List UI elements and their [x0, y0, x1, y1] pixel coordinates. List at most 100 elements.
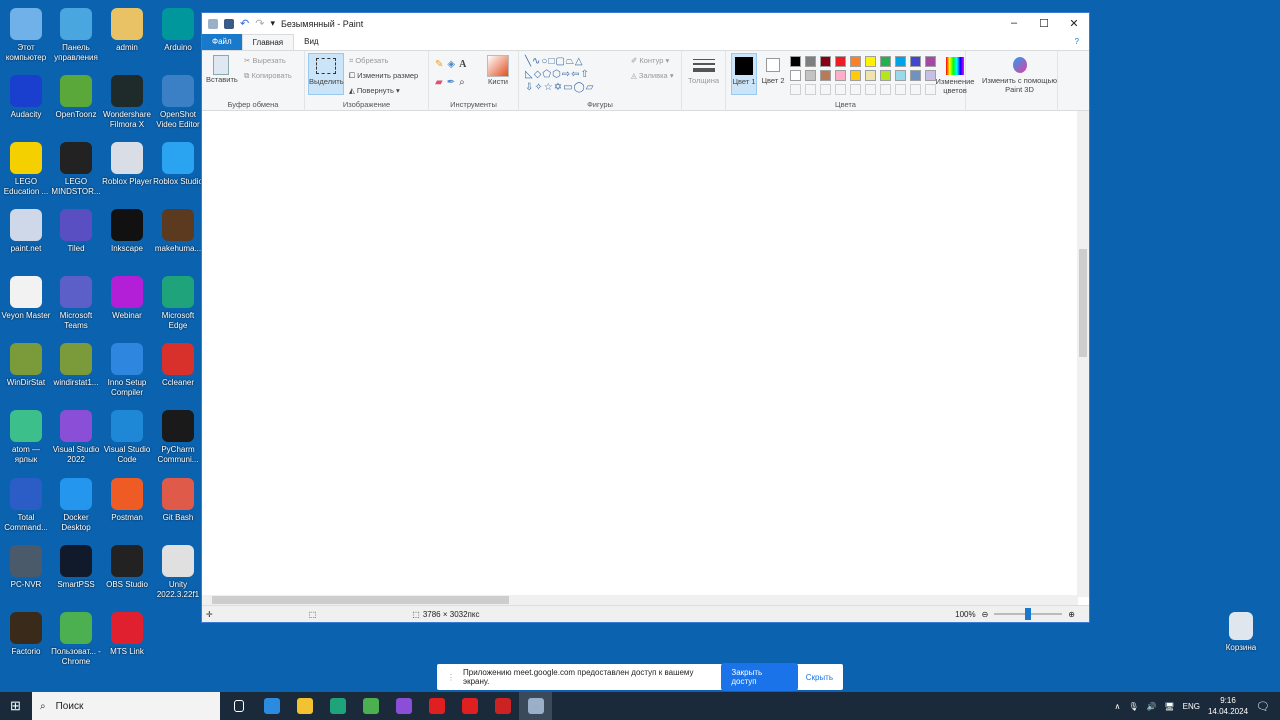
- desktop-icon[interactable]: LEGO Education ...: [0, 142, 52, 197]
- desktop-icon[interactable]: Arduino: [152, 8, 204, 53]
- desktop-icon[interactable]: Unity 2022.3.22f1: [152, 545, 204, 600]
- desktop-icon[interactable]: atom — ярлык: [0, 410, 52, 465]
- zoom-out-button[interactable]: ⊖: [982, 610, 989, 619]
- desktop-icon[interactable]: WinDirStat: [0, 343, 52, 388]
- close-button[interactable]: ✕: [1059, 17, 1089, 30]
- color-swatch[interactable]: [820, 84, 831, 95]
- shapes-gallery[interactable]: ╲∿○□▢⏢△ ◺◇⬠⬡⇨⇦⇧ ⇩✧☆✡▭◯▱: [525, 55, 594, 94]
- desktop-icon[interactable]: MTS Link: [101, 612, 153, 657]
- select-button[interactable]: Выделить: [308, 53, 344, 95]
- desktop-icon[interactable]: OpenShot Video Editor: [152, 75, 204, 130]
- color-swatch[interactable]: [910, 70, 921, 81]
- color-swatch[interactable]: [895, 70, 906, 81]
- taskbar-edge[interactable]: [321, 692, 354, 720]
- color2-button[interactable]: Цвет 2: [760, 53, 786, 85]
- rotate-button[interactable]: ◭ Повернуть ▾: [349, 86, 400, 95]
- copy-button[interactable]: ⧉ Копировать: [244, 71, 292, 81]
- taskbar-yandex[interactable]: [420, 692, 453, 720]
- desktop-icon[interactable]: OBS Studio: [101, 545, 153, 590]
- color-swatch[interactable]: [790, 56, 801, 67]
- color-swatch[interactable]: [850, 84, 861, 95]
- color1-button[interactable]: Цвет 1: [731, 53, 757, 95]
- color-swatch[interactable]: [850, 70, 861, 81]
- magnifier-icon[interactable]: ⌕: [459, 77, 469, 88]
- edit-colors-button[interactable]: Изменение цветов: [932, 51, 978, 111]
- desktop-icon[interactable]: windirstat1...: [50, 343, 102, 388]
- recycle-bin[interactable]: Корзина: [1215, 612, 1267, 653]
- pencil-icon[interactable]: ✎: [435, 59, 447, 70]
- minimize-button[interactable]: –: [999, 17, 1029, 30]
- desktop-icon[interactable]: Tiled: [50, 209, 102, 254]
- paste-button[interactable]: Вставить: [206, 55, 238, 84]
- desktop-icon[interactable]: Git Bash: [152, 478, 204, 523]
- color-swatch[interactable]: [910, 56, 921, 67]
- brushes-button[interactable]: Кисти: [487, 55, 509, 86]
- desktop-icon[interactable]: Veyon Master: [0, 276, 52, 321]
- desktop-icon[interactable]: LEGO MINDSTOR...: [50, 142, 102, 197]
- taskbar-explorer[interactable]: [288, 692, 321, 720]
- desktop-icon[interactable]: Visual Studio 2022: [50, 410, 102, 465]
- color-swatch[interactable]: [805, 84, 816, 95]
- vertical-scrollbar[interactable]: [1077, 111, 1089, 597]
- desktop-icon[interactable]: PyCharm Communi...: [152, 410, 204, 465]
- taskbar-visual-studio[interactable]: [387, 692, 420, 720]
- desktop-icon[interactable]: Factorio: [0, 612, 52, 657]
- cut-button[interactable]: ✂ Вырезать: [244, 56, 286, 65]
- text-icon[interactable]: A: [459, 59, 470, 70]
- taskbar-paint[interactable]: [519, 692, 552, 720]
- desktop-icon[interactable]: Postman: [101, 478, 153, 523]
- paint3d-button[interactable]: Изменить с помощью Paint 3D: [982, 51, 1058, 111]
- color-swatch[interactable]: [880, 84, 891, 95]
- drawing-canvas[interactable]: [202, 111, 1078, 597]
- desktop-icon[interactable]: Inkscape: [101, 209, 153, 254]
- show-hidden-icons[interactable]: ∧: [1115, 702, 1121, 711]
- desktop-icon[interactable]: Wondershare Filmora X: [101, 75, 153, 130]
- color-swatch[interactable]: [835, 70, 846, 81]
- desktop-icon[interactable]: Панель управления: [50, 8, 102, 63]
- desktop-icon[interactable]: Roblox Player: [101, 142, 153, 187]
- fill-button[interactable]: ◬ Заливка ▾: [631, 71, 674, 80]
- microphone-icon[interactable]: 🎙: [1128, 702, 1138, 711]
- desktop-icon[interactable]: SmartPSS: [50, 545, 102, 590]
- desktop-icon[interactable]: Этот компьютер: [0, 8, 52, 63]
- zoom-slider-thumb[interactable]: [1025, 608, 1032, 620]
- taskbar-yandex-2[interactable]: [453, 692, 486, 720]
- taskbar-task-view[interactable]: [222, 692, 255, 720]
- size-button[interactable]: Толщина: [682, 51, 726, 111]
- color-swatch[interactable]: [805, 56, 816, 67]
- color-swatch[interactable]: [805, 70, 816, 81]
- color-swatch[interactable]: [880, 70, 891, 81]
- desktop-icon[interactable]: PC-NVR: [0, 545, 52, 590]
- color-swatch[interactable]: [790, 84, 801, 95]
- taskbar-obs[interactable]: [486, 692, 519, 720]
- save-icon[interactable]: [224, 18, 234, 29]
- color-swatch[interactable]: [865, 56, 876, 67]
- tab-file[interactable]: Файл: [202, 34, 242, 50]
- outline-button[interactable]: ✐ Контур ▾: [631, 56, 669, 65]
- desktop-icon[interactable]: Roblox Studio: [152, 142, 204, 187]
- color-swatch[interactable]: [835, 84, 846, 95]
- desktop-icon[interactable]: Total Command...: [0, 478, 52, 533]
- taskbar-chrome[interactable]: [354, 692, 387, 720]
- color-swatch[interactable]: [820, 56, 831, 67]
- hide-button[interactable]: Скрыть: [806, 673, 833, 682]
- start-button[interactable]: ⊞: [10, 698, 21, 714]
- color-swatch[interactable]: [835, 56, 846, 67]
- desktop-icon[interactable]: OpenToonz: [50, 75, 102, 120]
- color-swatch[interactable]: [910, 84, 921, 95]
- horizontal-scroll-thumb[interactable]: [212, 596, 509, 604]
- customize-quick-access-icon[interactable]: ▾: [270, 18, 275, 29]
- color-picker-icon[interactable]: ✒: [447, 77, 459, 88]
- eraser-icon[interactable]: ▰: [435, 77, 447, 88]
- tab-view[interactable]: Вид: [294, 34, 328, 50]
- desktop-icon[interactable]: Пользоват... - Chrome: [50, 612, 102, 667]
- color-swatch[interactable]: [865, 84, 876, 95]
- resize-button[interactable]: ⧠ Изменить размер: [349, 71, 418, 81]
- help-icon[interactable]: ?: [1065, 34, 1089, 50]
- color-swatch[interactable]: [895, 56, 906, 67]
- desktop-icon[interactable]: paint.net: [0, 209, 52, 254]
- taskbar-store[interactable]: [255, 692, 288, 720]
- undo-icon[interactable]: ↶: [240, 17, 249, 30]
- clock[interactable]: 9:16 14.04.2024: [1208, 695, 1248, 717]
- color-swatch[interactable]: [820, 70, 831, 81]
